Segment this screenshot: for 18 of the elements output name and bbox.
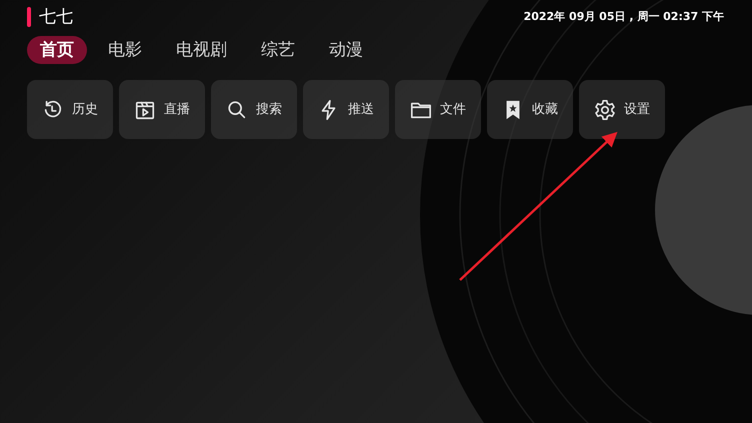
category-tab[interactable]: 电视剧 [163,36,240,64]
search-icon [226,98,248,120]
shortcut-tile[interactable]: 设置 [579,80,665,139]
category-tab[interactable]: 电影 [95,36,155,64]
date-time: 2022年 09月 05日 , 周一 02:37 下午 [524,8,724,25]
category-tab[interactable]: 首页 [27,36,87,64]
category-tab[interactable]: 综艺 [248,36,308,64]
shortcut-tile[interactable]: 直播 [119,80,205,139]
app-title: 七七 [39,6,73,28]
shortcut-tile[interactable]: 历史 [27,80,113,139]
shortcut-tile[interactable]: 搜索 [211,80,297,139]
title-accent-bar [27,7,31,27]
settings-icon [594,98,616,120]
shortcut-tile[interactable]: 文件 [395,80,481,139]
category-tab[interactable]: 动漫 [316,36,376,64]
clock-icon [42,98,64,120]
shortcut-tile[interactable]: 收藏 [487,80,573,139]
shortcut-tile[interactable]: 推送 [303,80,389,139]
